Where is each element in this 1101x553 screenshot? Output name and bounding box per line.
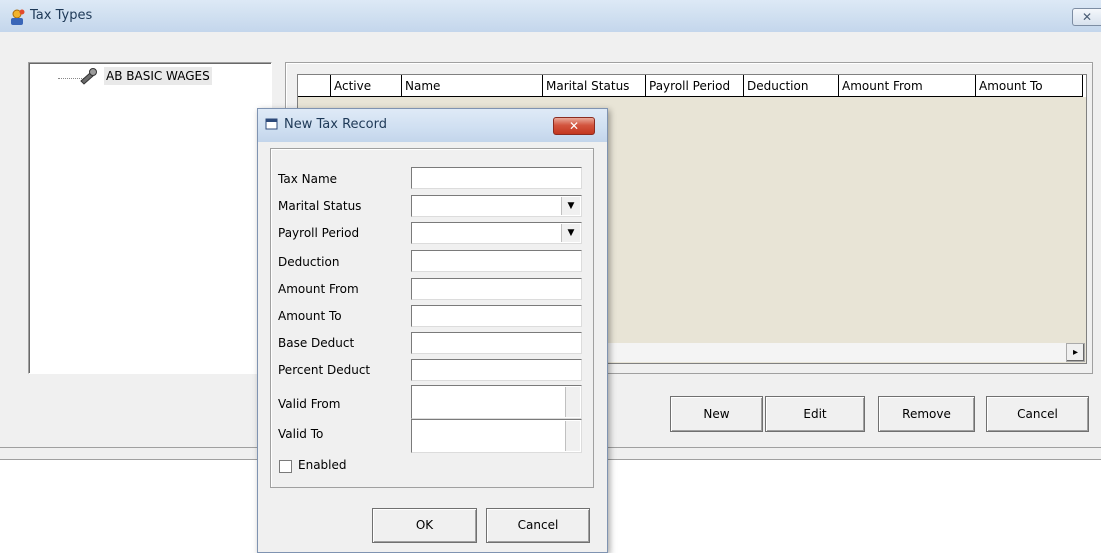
valid-from-date-picker[interactable] [411, 385, 582, 419]
payroll-period-label: Payroll Period [278, 226, 360, 240]
deduction-label: Deduction [278, 255, 340, 269]
amount-from-label: Amount From [278, 282, 359, 296]
dialog-close-button[interactable]: ✕ [553, 117, 595, 135]
app-icon [11, 9, 25, 25]
grid-header-active[interactable]: Active [331, 75, 402, 97]
window-title: Tax Types [30, 8, 93, 23]
base-deduct-input[interactable] [411, 332, 582, 354]
percent-deduct-label: Percent Deduct [278, 363, 371, 377]
enabled-label[interactable]: Enabled [298, 458, 347, 472]
tax-type-tree[interactable] [28, 62, 272, 374]
grid-header-row: Active Name Marital Status Payroll Perio… [298, 75, 1086, 97]
window-titlebar [0, 0, 1101, 32]
payroll-period-select[interactable]: ▼ [411, 222, 582, 244]
valid-to-label: Valid To [278, 427, 324, 441]
chevron-down-icon[interactable]: ▼ [561, 197, 580, 215]
remove-button[interactable]: Remove [878, 396, 975, 432]
chevron-down-icon[interactable]: ▼ [561, 224, 580, 242]
tree-node-ab-basic-wages[interactable]: AB BASIC WAGES [104, 67, 212, 85]
valid-to-date-picker[interactable] [411, 419, 582, 453]
edit-button[interactable]: Edit [765, 396, 865, 432]
amount-to-label: Amount To [278, 309, 342, 323]
grid-header-selector [298, 75, 331, 97]
dialog-window-icon [265, 118, 278, 130]
grid-header-payroll-period[interactable]: Payroll Period [646, 75, 744, 97]
percent-deduct-input[interactable] [411, 359, 582, 381]
window-close-button[interactable]: ✕ [1072, 8, 1101, 26]
wrench-tool-icon [80, 68, 97, 85]
cancel-button[interactable]: Cancel [986, 396, 1089, 432]
amount-to-input[interactable] [411, 305, 582, 327]
grid-header-amount-from[interactable]: Amount From [839, 75, 976, 97]
grid-header-name[interactable]: Name [402, 75, 543, 97]
grid-header-deduction[interactable]: Deduction [744, 75, 839, 97]
ok-button[interactable]: OK [372, 508, 477, 543]
marital-status-select[interactable]: ▼ [411, 195, 582, 217]
new-button[interactable]: New [670, 396, 763, 432]
amount-from-input[interactable] [411, 278, 582, 300]
date-picker-button[interactable] [565, 421, 580, 451]
grid-header-amount-to[interactable]: Amount To [976, 75, 1083, 97]
dialog-title: New Tax Record [284, 117, 387, 132]
marital-status-label: Marital Status [278, 199, 362, 213]
grid-header-marital-status[interactable]: Marital Status [543, 75, 646, 97]
date-picker-button[interactable] [565, 387, 580, 417]
deduction-input[interactable] [411, 250, 582, 272]
valid-from-label: Valid From [278, 397, 341, 411]
base-deduct-label: Base Deduct [278, 336, 355, 350]
tax-name-input[interactable] [411, 167, 582, 189]
tax-name-label: Tax Name [278, 172, 338, 186]
enabled-checkbox[interactable] [279, 460, 292, 473]
scroll-right-arrow-icon[interactable]: ▸ [1066, 343, 1085, 362]
dialog-cancel-button[interactable]: Cancel [486, 508, 590, 543]
